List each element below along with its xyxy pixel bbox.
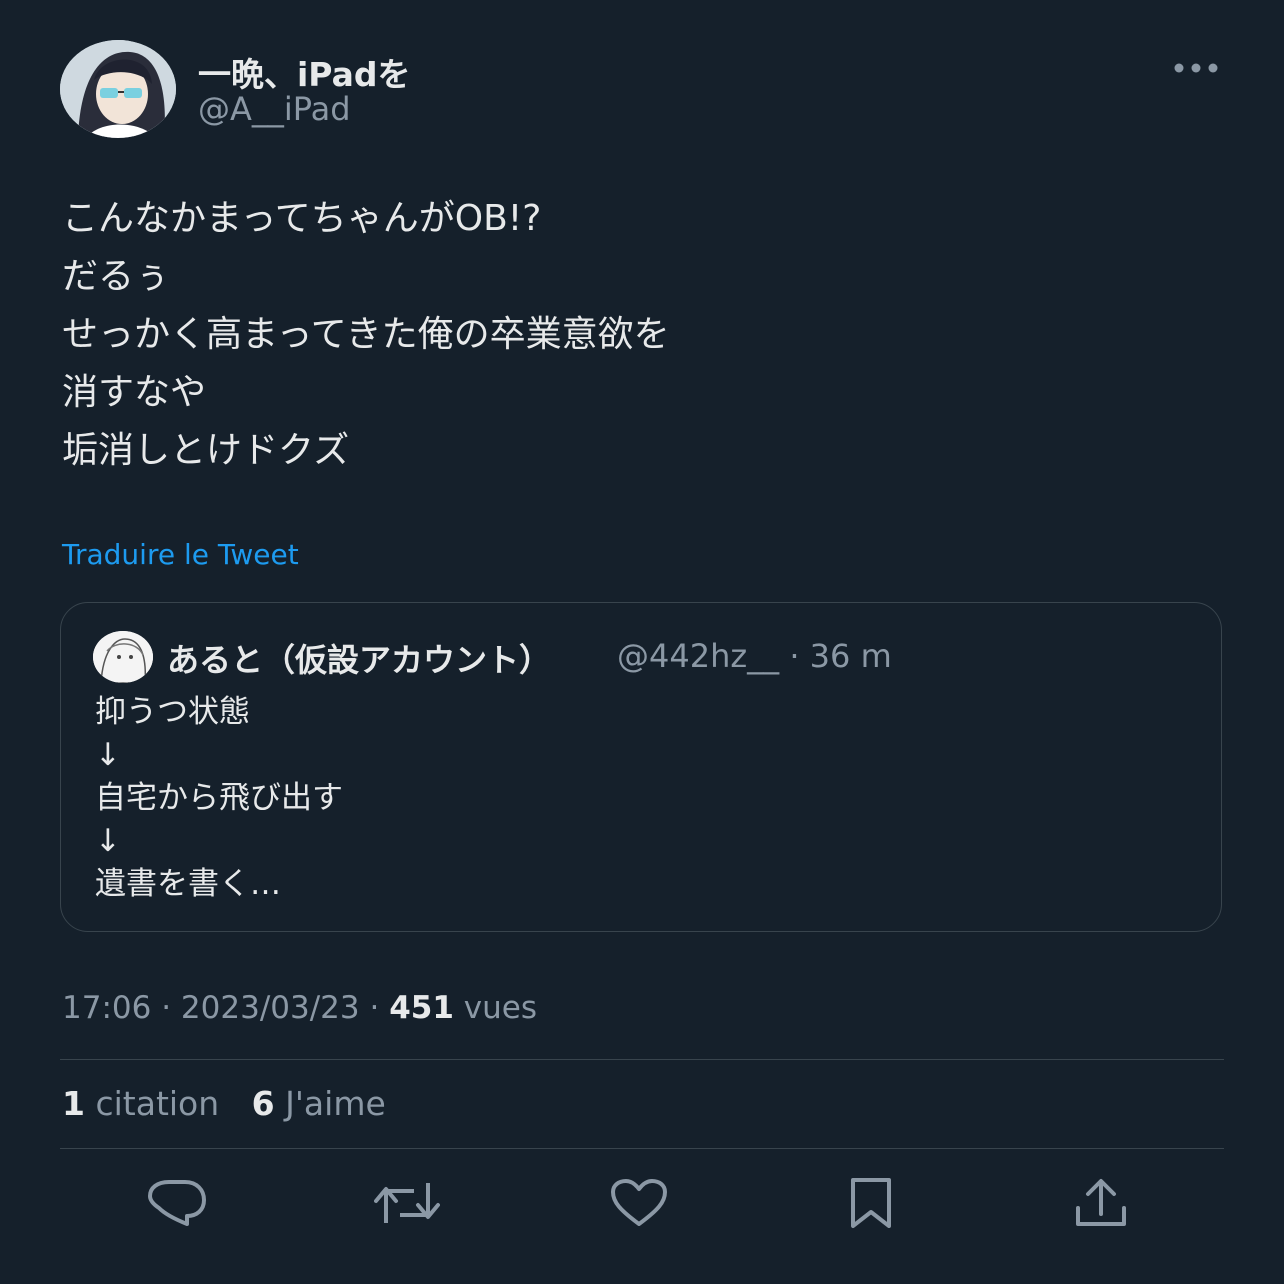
tweet-meta: 17:06 · 2023/03/23 · 451 vues [62, 990, 537, 1026]
likes-stat[interactable]: 6 J'aime [252, 1084, 386, 1123]
action-bar [60, 1168, 1224, 1238]
quotes-stat[interactable]: 1 citation [62, 1084, 219, 1123]
reply-button[interactable] [142, 1168, 212, 1238]
tweet-time[interactable]: 17:06 [62, 990, 151, 1026]
more-options-button[interactable] [1172, 50, 1220, 86]
quote-author-display-name: あると（仮設アカウント） [167, 641, 552, 679]
heart-icon [611, 1179, 667, 1226]
share-icon [1076, 1179, 1126, 1226]
meta-separator: · [161, 990, 172, 1026]
views-count: 451 [389, 990, 454, 1026]
divider [60, 1059, 1224, 1060]
bookmark-icon [851, 1178, 891, 1228]
like-button[interactable] [604, 1168, 674, 1238]
tweet-stats: 1 citation 6 J'aime [62, 1084, 408, 1123]
author-display-name[interactable]: 一晩、iPadを [198, 48, 411, 96]
translate-tweet-link[interactable]: Traduire le Tweet [62, 538, 299, 571]
bookmark-button[interactable] [836, 1168, 906, 1238]
quoted-tweet-card[interactable]: あると（仮設アカウント） @442hz__ · 36 m 抑うつ状態 ↓ 自宅か… [60, 602, 1222, 932]
share-button[interactable] [1066, 1168, 1136, 1238]
quotes-label: citation [95, 1084, 220, 1123]
quote-time: 36 m [809, 637, 892, 675]
retweet-icon [374, 1183, 440, 1223]
retweet-button[interactable] [372, 1168, 442, 1238]
tweet-text: こんなかまってちゃんがOB!? だるぅ せっかく高まってきた俺の卒業意欲を 消す… [62, 198, 670, 471]
likes-count: 6 [251, 1084, 275, 1123]
quotes-count: 1 [62, 1084, 85, 1123]
reply-icon [148, 1180, 206, 1226]
views-label: vues [463, 990, 537, 1026]
tweet-date[interactable]: 2023/03/23 [181, 990, 360, 1026]
divider [60, 1148, 1224, 1149]
author-avatar[interactable] [60, 40, 176, 138]
meta-separator: · [369, 990, 380, 1026]
quote-meta: @442hz__ · 36 m [617, 637, 892, 675]
author-handle[interactable]: @A__iPad [198, 90, 351, 128]
quote-author-handle: @442hz__ [617, 637, 780, 675]
quote-text: 抑うつ状態 ↓ 自宅から飛び出す ↓ 遺書を書く… [95, 694, 343, 902]
quote-author-avatar [93, 631, 153, 683]
more-icon [1174, 63, 1218, 73]
likes-label: J'aime [285, 1084, 386, 1123]
quote-separator: · [789, 637, 800, 675]
